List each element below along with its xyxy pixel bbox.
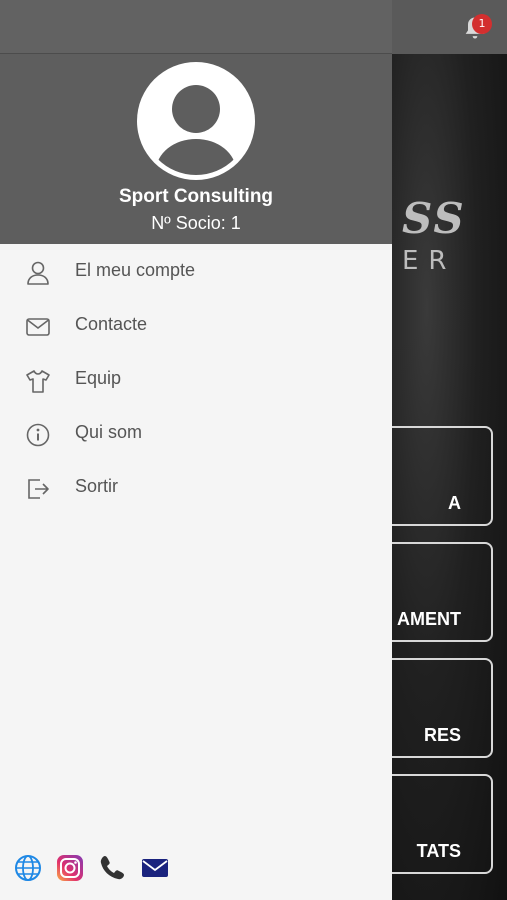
tile-label: AMENT xyxy=(397,609,461,629)
menu-item-label: Sortir xyxy=(75,476,119,496)
member-number: Nº Socio: 1 xyxy=(151,213,241,233)
background-tile[interactable]: RES xyxy=(392,658,493,758)
menu-item-about[interactable]: Qui som xyxy=(0,407,392,461)
drawer-header-bar xyxy=(0,0,392,54)
shirt-icon xyxy=(26,370,50,393)
tile-label: RES xyxy=(423,725,461,745)
mail-icon xyxy=(26,318,50,336)
menu-item-contact[interactable]: Contacte xyxy=(0,299,392,353)
menu-item-label: Equip xyxy=(75,368,122,388)
globe-icon[interactable] xyxy=(14,854,42,882)
menu-item-account[interactable]: El meu compte xyxy=(0,245,392,299)
app-background: SS ER A AMENT RES TATS xyxy=(392,54,507,900)
menu-item-label: Qui som xyxy=(75,422,143,442)
menu-item-label: Contacte xyxy=(75,314,148,334)
user-icon xyxy=(27,261,49,285)
background-tile[interactable]: A xyxy=(392,426,493,526)
menu-item-logout[interactable]: Sortir xyxy=(0,461,392,515)
tile-label: TATS xyxy=(416,841,461,861)
menu-item-team[interactable]: Equip xyxy=(0,353,392,407)
background-tile[interactable]: TATS xyxy=(392,774,493,874)
tile-label: A xyxy=(448,493,461,513)
avatar[interactable] xyxy=(137,62,255,180)
info-icon xyxy=(26,423,50,447)
navigation-drawer: Sport Consulting Nº Socio: 1 El meu comp… xyxy=(0,0,392,900)
background-logo-sub: ER xyxy=(402,246,457,276)
phone-icon[interactable] xyxy=(98,854,126,882)
background-logo: SS xyxy=(402,194,466,243)
user-avatar-icon xyxy=(156,85,236,175)
email-icon[interactable] xyxy=(141,854,169,882)
background-tile[interactable]: AMENT xyxy=(392,542,493,642)
logout-icon xyxy=(28,479,49,499)
drawer-header: Sport Consulting Nº Socio: 1 xyxy=(0,0,392,244)
instagram-icon[interactable] xyxy=(56,854,84,882)
notification-badge: 1 xyxy=(472,14,492,34)
user-name: Sport Consulting xyxy=(118,186,274,207)
menu-item-label: El meu compte xyxy=(75,260,196,280)
